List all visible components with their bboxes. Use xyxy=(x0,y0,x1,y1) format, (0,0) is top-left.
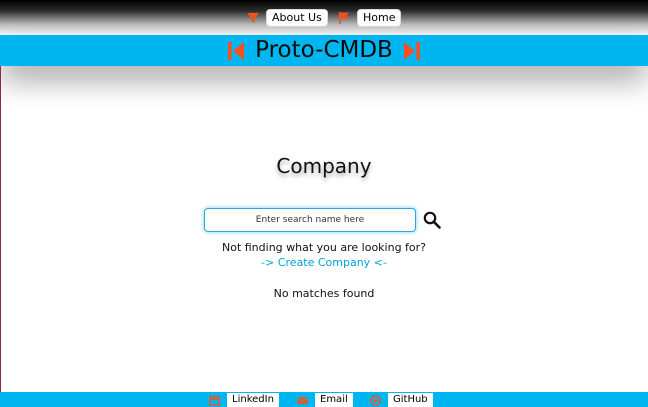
footer: LinkedIn Email GitHub xyxy=(0,392,648,407)
github-icon xyxy=(370,394,381,406)
brand-banner: Proto-CMDB xyxy=(0,35,648,66)
search-bar xyxy=(204,208,441,232)
home-link[interactable]: Home xyxy=(357,9,402,27)
brand-title: Proto-CMDB xyxy=(255,37,393,63)
linkedin-link[interactable]: LinkedIn xyxy=(227,393,279,407)
about-us-link[interactable]: About Us xyxy=(266,9,328,27)
create-company-link[interactable]: -> Create Company <- xyxy=(0,256,648,269)
footer-github[interactable]: GitHub xyxy=(370,393,433,407)
filter-icon xyxy=(247,13,259,23)
footer-linkedin[interactable]: LinkedIn xyxy=(209,393,279,407)
not-finding-text: Not finding what you are looking for? xyxy=(221,241,427,254)
flag-icon xyxy=(339,12,349,24)
search-input[interactable] xyxy=(204,208,416,232)
skip-back-icon xyxy=(228,41,245,60)
calendar-icon xyxy=(209,395,220,406)
no-matches-text: No matches found xyxy=(273,287,375,300)
page-title: Company xyxy=(276,154,372,178)
skip-forward-icon xyxy=(403,41,420,60)
top-nav: About Us Home xyxy=(0,0,648,35)
nav-about[interactable]: About Us xyxy=(246,9,328,27)
main-content: Company Not finding what you are looking… xyxy=(0,66,648,392)
github-link[interactable]: GitHub xyxy=(388,393,433,407)
email-link[interactable]: Email xyxy=(315,393,353,407)
mail-icon xyxy=(297,396,308,404)
footer-email[interactable]: Email xyxy=(297,393,353,407)
nav-home[interactable]: Home xyxy=(337,9,402,27)
search-icon[interactable] xyxy=(423,211,441,229)
